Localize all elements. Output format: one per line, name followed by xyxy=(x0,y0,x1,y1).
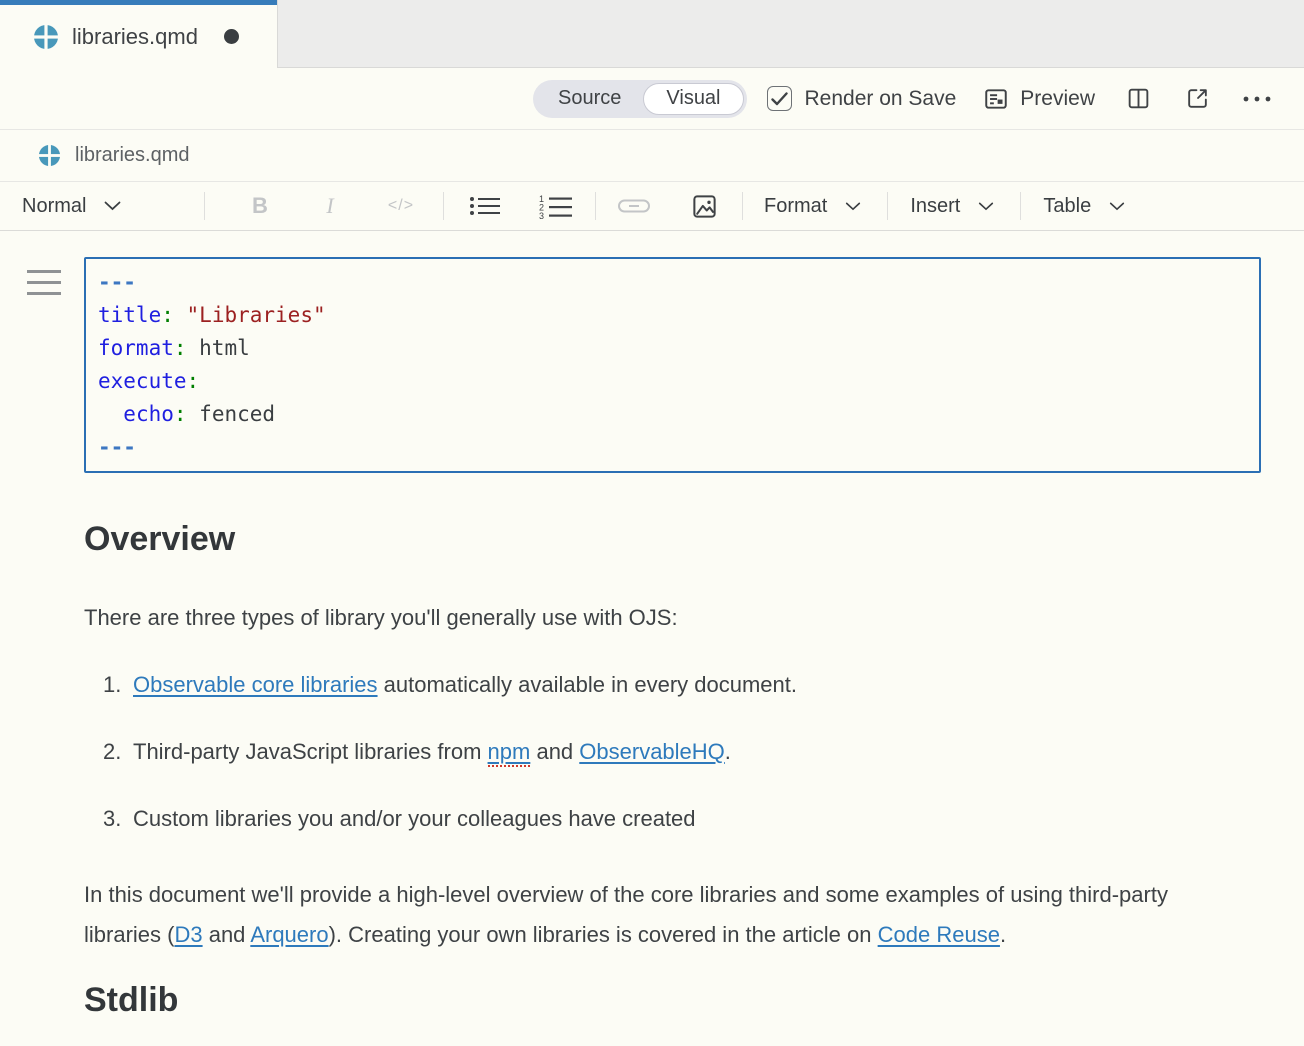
toolbar-divider xyxy=(595,192,596,220)
toolbar-divider xyxy=(443,192,444,220)
inline-code-button[interactable]: </> xyxy=(381,197,421,215)
paragraph-style-value: Normal xyxy=(22,195,86,218)
list-item[interactable]: 1. Observable core libraries automatical… xyxy=(103,670,1264,700)
image-button[interactable] xyxy=(691,193,718,220)
tab-bar: libraries.qmd xyxy=(0,0,1304,68)
bold-button[interactable]: B xyxy=(243,193,277,219)
editor-canvas[interactable]: ---title: "Libraries"format: htmlexecute… xyxy=(0,231,1304,1020)
text-run: automatically available in every documen… xyxy=(378,672,797,697)
format-menu-label: Format xyxy=(764,195,827,218)
external-link-icon xyxy=(1185,86,1210,111)
bullet-list-icon xyxy=(469,194,501,218)
text-run: and xyxy=(530,739,579,764)
breadcrumb: libraries.qmd xyxy=(0,130,1304,182)
visual-mode-button[interactable]: Visual xyxy=(643,83,743,115)
table-menu[interactable]: Table xyxy=(1043,195,1125,218)
text-link[interactable]: D3 xyxy=(174,922,202,947)
yaml-line: execute: xyxy=(98,365,1247,398)
editor-toolbar: Source Visual Render on Save Preview xyxy=(0,68,1304,130)
list-item-text: Third-party JavaScript libraries from np… xyxy=(133,737,731,767)
format-toolbar: Normal B I </> 1 2 3 xyxy=(0,182,1304,231)
list-item[interactable]: 2. Third-party JavaScript libraries from… xyxy=(103,737,1264,767)
table-menu-label: Table xyxy=(1043,195,1091,218)
toolbar-divider xyxy=(742,192,743,220)
heading-overview[interactable]: Overview xyxy=(84,519,1264,559)
render-on-save-label: Render on Save xyxy=(805,87,957,111)
source-mode-button[interactable]: Source xyxy=(536,83,643,115)
yaml-front-matter-block[interactable]: ---title: "Libraries"format: htmlexecute… xyxy=(84,257,1261,473)
text-link[interactable]: Observable core libraries xyxy=(133,672,378,697)
split-columns-icon xyxy=(1126,86,1151,111)
text-run: Third-party JavaScript libraries from xyxy=(133,739,488,764)
list-item[interactable]: 3. Custom libraries you and/or your coll… xyxy=(103,804,1264,834)
image-icon xyxy=(691,193,718,220)
toolbar-divider xyxy=(887,192,888,220)
checkmark-icon xyxy=(771,92,788,106)
intro-paragraph[interactable]: There are three types of library you'll … xyxy=(84,603,1226,633)
split-editor-button[interactable] xyxy=(1126,86,1151,111)
chevron-down-icon xyxy=(978,202,994,211)
paragraph-style-dropdown[interactable]: Normal xyxy=(22,195,204,218)
text-run: Custom libraries you and/or your colleag… xyxy=(133,806,696,831)
tab-bar-empty-area xyxy=(277,0,1304,68)
ellipsis-icon xyxy=(1242,95,1272,103)
list-item-text: Custom libraries you and/or your colleag… xyxy=(133,804,696,834)
yaml-line: format: html xyxy=(98,332,1247,365)
text-link[interactable]: ObservableHQ xyxy=(579,739,725,764)
yaml-line: --- xyxy=(98,431,1247,464)
unsaved-dot-icon xyxy=(224,29,239,44)
library-types-list: 1. Observable core libraries automatical… xyxy=(84,670,1264,834)
numbered-list-icon: 1 2 3 xyxy=(539,193,573,219)
tab-title: libraries.qmd xyxy=(72,24,198,50)
preview-label: Preview xyxy=(1020,87,1095,111)
toolbar-divider xyxy=(1020,192,1021,220)
open-in-new-window-button[interactable] xyxy=(1185,86,1210,111)
quarto-icon xyxy=(38,144,61,167)
source-visual-toggle: Source Visual xyxy=(533,80,747,118)
chevron-down-icon xyxy=(845,202,861,211)
text-link[interactable]: npm xyxy=(488,739,531,767)
closing-paragraph[interactable]: In this document we'll provide a high-le… xyxy=(84,875,1226,955)
list-number: 1. xyxy=(103,670,133,700)
more-options-button[interactable] xyxy=(1242,95,1272,103)
text-run: ). Creating your own libraries is covere… xyxy=(329,922,878,947)
render-on-save-checkbox[interactable] xyxy=(767,86,792,111)
svg-text:3: 3 xyxy=(539,211,544,219)
yaml-line: title: "Libraries" xyxy=(98,299,1247,332)
quarto-icon xyxy=(33,24,59,50)
tab-libraries-qmd[interactable]: libraries.qmd xyxy=(0,0,277,68)
insert-menu-label: Insert xyxy=(910,195,960,218)
text-link[interactable]: Code Reuse xyxy=(878,922,1000,947)
text-run: . xyxy=(1000,922,1006,947)
list-number: 2. xyxy=(103,737,133,767)
italic-button[interactable]: I xyxy=(313,193,347,219)
text-link[interactable]: Arquero xyxy=(250,922,328,947)
link-button[interactable] xyxy=(617,195,651,217)
toolbar-divider xyxy=(204,192,205,220)
bullet-list-button[interactable] xyxy=(469,194,501,218)
list-number: 3. xyxy=(103,804,133,834)
text-run: and xyxy=(203,922,251,947)
chevron-down-icon xyxy=(104,201,121,211)
preview-icon xyxy=(982,86,1010,112)
heading-stdlib[interactable]: Stdlib xyxy=(84,980,1264,1020)
yaml-line: echo: fenced xyxy=(98,398,1247,431)
link-icon xyxy=(617,195,651,217)
preview-button[interactable]: Preview xyxy=(982,86,1095,112)
list-item-text: Observable core libraries automatically … xyxy=(133,670,797,700)
numbered-list-button[interactable]: 1 2 3 xyxy=(539,193,573,219)
insert-menu[interactable]: Insert xyxy=(910,195,994,218)
text-run: . xyxy=(725,739,731,764)
chevron-down-icon xyxy=(1109,202,1125,211)
yaml-line: --- xyxy=(98,266,1247,299)
breadcrumb-filename[interactable]: libraries.qmd xyxy=(75,144,189,167)
block-options-handle[interactable] xyxy=(27,270,61,303)
format-menu[interactable]: Format xyxy=(764,195,861,218)
